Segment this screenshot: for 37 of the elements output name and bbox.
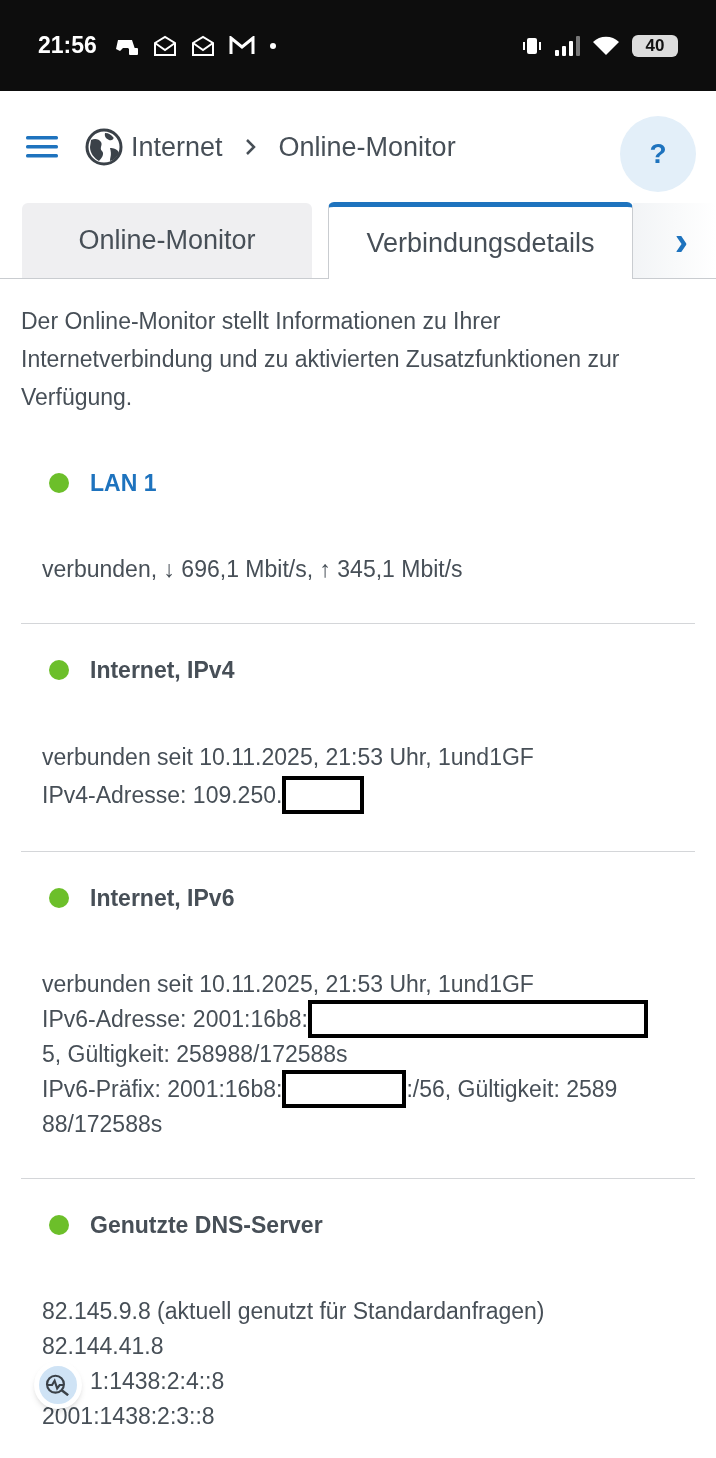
menu-icon[interactable] — [26, 135, 58, 159]
section-link[interactable]: LAN 1 — [90, 465, 157, 501]
detail-text: verbunden seit 10.11.2025, 21:53 Uhr, 1und1GF — [42, 743, 534, 772]
section-title: Genutzte DNS-Server — [90, 1210, 323, 1240]
section-title: Internet, IPv6 — [90, 883, 235, 913]
detail-text: IPv4-Adresse: 109.250. — [42, 781, 283, 810]
help-button[interactable]: ? — [620, 116, 696, 192]
vibrate-icon — [522, 35, 542, 56]
detail-text: IPv6-Präfix: 2001:16b8: — [42, 1074, 283, 1104]
pulse-search-icon — [45, 1374, 71, 1396]
section-title: Internet, IPv4 — [90, 655, 235, 685]
mail-icon — [152, 34, 177, 57]
gmail-icon — [228, 35, 255, 56]
detail-text: 1:1438:2:4::8 — [90, 1366, 225, 1396]
detail-text: 88/172588s — [42, 1109, 163, 1139]
breadcrumb-item: Online-Monitor — [278, 130, 456, 164]
dot-icon — [268, 41, 277, 50]
detail-text: :/56, Gültigkeit: 2589 — [406, 1074, 618, 1104]
mail-icon — [190, 34, 215, 57]
battery-indicator: 40 — [632, 34, 678, 57]
signal-icon — [554, 34, 580, 57]
scroll-right-button[interactable]: › — [674, 220, 688, 261]
detail-text: verbunden, ↓ 696,1 Mbit/s, ↑ 345,1 Mbit/s — [42, 554, 463, 584]
detail-text: 5, Gültigkeit: 258988/172588s — [42, 1039, 348, 1069]
globe-icon — [85, 128, 123, 166]
wifi-icon — [592, 34, 620, 57]
detail-text: 82.144.41.8 — [42, 1331, 164, 1361]
chevron-right-icon — [244, 138, 257, 156]
tab[interactable]: Online-Monitor — [22, 203, 312, 278]
breadcrumb-item[interactable]: Internet — [131, 126, 223, 168]
detail-text: verbunden seit 10.11.2025, 21:53 Uhr, 1und1GF — [42, 969, 534, 999]
detail-text: 82.145.9.8 (aktuell genutzt für Standardanfragen) — [42, 1296, 545, 1326]
detail-text: 2001:1438:2:3::8 — [42, 1401, 215, 1431]
tab[interactable]: Verbindungsdetails — [328, 202, 633, 279]
detail-text: IPv6-Adresse: 2001:16b8: — [42, 1004, 308, 1034]
description-text: Der Online-Monitor stellt Informationen zu Ihrer Internetverbindung und zu aktivierten Zusatzfunktionen zur Verfügung. — [20, 307, 621, 412]
clock-time: 21:56 — [38, 31, 97, 61]
